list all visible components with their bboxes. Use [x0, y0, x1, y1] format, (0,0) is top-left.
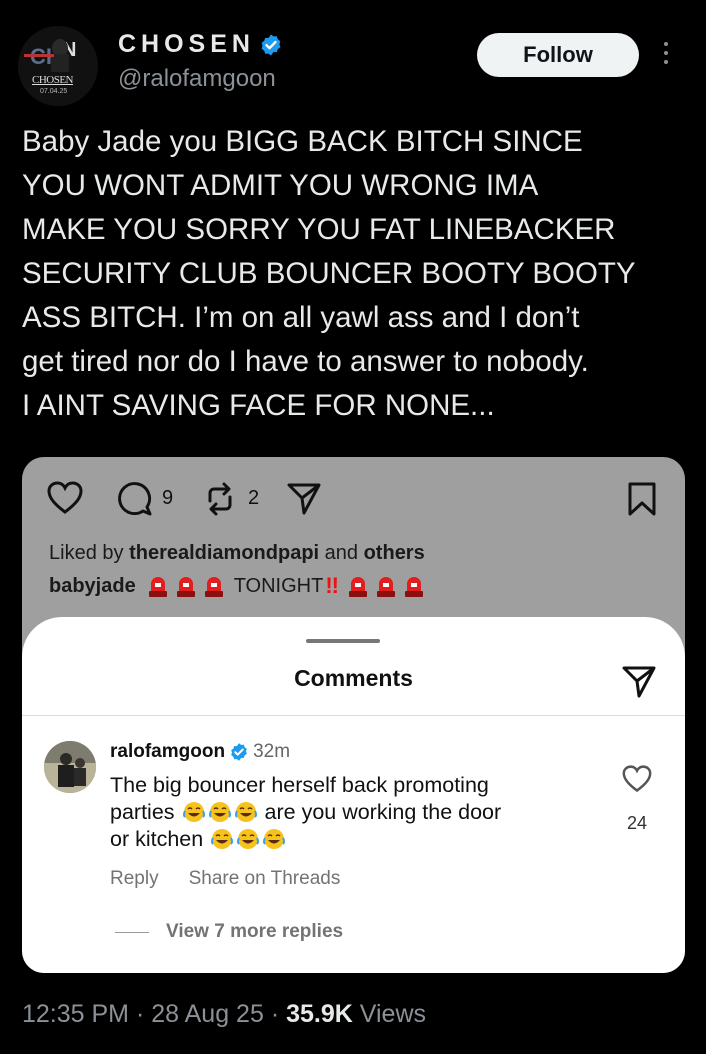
- heart-icon[interactable]: [47, 481, 83, 515]
- share-on-threads-button[interactable]: Share on Threads: [189, 868, 341, 890]
- author-avatar[interactable]: CH N CHOSEN 07.04.25: [18, 26, 98, 106]
- embedded-post-card[interactable]: 9 2 Liked by therealdiamondpapi and othe…: [22, 457, 685, 973]
- siren-icon: [349, 577, 367, 597]
- post-action-bar: 9 2 Liked by therealdiamondpapi and othe…: [22, 457, 685, 617]
- laughing-emoji-icon: [234, 802, 257, 822]
- laughing-emoji-icon: [263, 829, 286, 849]
- tweet-time[interactable]: 12:35 PM: [22, 1000, 129, 1028]
- comment-count: 9: [162, 487, 174, 509]
- post-caption: babyjade TONIGHT !!: [49, 573, 428, 599]
- repost-count: 2: [248, 487, 260, 509]
- comment-time: 32m: [253, 741, 291, 762]
- separator-dot: ·: [135, 1000, 145, 1028]
- verified-badge-icon: [231, 743, 247, 761]
- siren-icon: [405, 577, 423, 597]
- share-icon[interactable]: [286, 481, 322, 517]
- laughing-emoji-icon: [208, 802, 231, 822]
- comment-like-count: 24: [626, 813, 648, 833]
- avatar-image-icon: [44, 741, 96, 793]
- views-count: 35.9K: [286, 1000, 353, 1028]
- more-icon[interactable]: [662, 42, 670, 68]
- liked-prefix: Liked by: [49, 542, 124, 564]
- laughing-emoji-icon: [211, 829, 234, 849]
- divider: [115, 932, 149, 933]
- commenter-avatar[interactable]: [44, 741, 96, 793]
- follow-button[interactable]: Follow: [477, 33, 639, 77]
- laughing-emoji-icon: [182, 802, 205, 822]
- tweet-text: Baby Jade you BIGG BACK BITCH SINCE YOU …: [22, 125, 636, 422]
- comments-title: Comments: [294, 665, 413, 691]
- sheet-drag-handle[interactable]: [306, 639, 380, 643]
- views-label: Views: [359, 1000, 427, 1028]
- separator-dot: ·: [270, 1000, 280, 1028]
- avatar-brand-text: CHOSEN: [32, 74, 74, 86]
- comment-actions: Reply Share on Threads: [110, 868, 340, 890]
- comment-icon[interactable]: [117, 481, 153, 517]
- comment-text-line-1: The big bouncer herself back promoting: [110, 773, 489, 797]
- siren-icon: [377, 577, 395, 597]
- heart-icon[interactable]: [622, 765, 652, 793]
- liked-by-line: Liked by therealdiamondpapi and others: [49, 542, 425, 565]
- author-display-name[interactable]: CHOSEN: [118, 30, 255, 59]
- comment-text-line-2a: parties: [110, 800, 175, 824]
- comment-text: The big bouncer herself back promoting p…: [110, 772, 590, 853]
- tweet-header: CH N CHOSEN 07.04.25 CHOSEN @ralofamgoon…: [18, 26, 686, 106]
- tweet-meta: 12:35 PM · 28 Aug 25 · 35.9K Views: [22, 1000, 426, 1029]
- avatar-date-text: 07.04.25: [40, 88, 68, 95]
- comment-username[interactable]: ralofamgoon: [110, 741, 225, 763]
- verified-badge-icon: [261, 34, 281, 55]
- liked-and: and: [324, 542, 359, 564]
- repost-icon[interactable]: [202, 481, 238, 517]
- comment-text-line-3: or kitchen: [110, 827, 204, 851]
- comment-header: ralofamgoon 32m: [110, 741, 290, 763]
- siren-icon: [204, 577, 223, 597]
- caption-text: TONIGHT: [233, 574, 324, 597]
- view-replies-button[interactable]: View 7 more replies: [166, 921, 343, 943]
- liked-others[interactable]: others: [364, 542, 425, 564]
- reply-button[interactable]: Reply: [110, 868, 159, 890]
- bookmark-icon[interactable]: [627, 481, 657, 517]
- comment-text-line-2b: are you working the door: [264, 800, 502, 824]
- caption-exclamation: !!: [325, 573, 339, 598]
- siren-icon: [176, 577, 195, 597]
- siren-icon: [148, 577, 167, 597]
- liked-user[interactable]: therealdiamondpapi: [129, 542, 319, 564]
- comments-sheet: Comments ralofamgoon 32m The big bouncer…: [22, 617, 685, 973]
- caption-user[interactable]: babyjade: [49, 575, 136, 598]
- tweet-date[interactable]: 28 Aug 25: [151, 1000, 264, 1028]
- author-handle[interactable]: @ralofamgoon: [118, 65, 276, 93]
- laughing-emoji-icon: [237, 829, 260, 849]
- share-icon[interactable]: [621, 664, 657, 700]
- divider: [22, 715, 685, 716]
